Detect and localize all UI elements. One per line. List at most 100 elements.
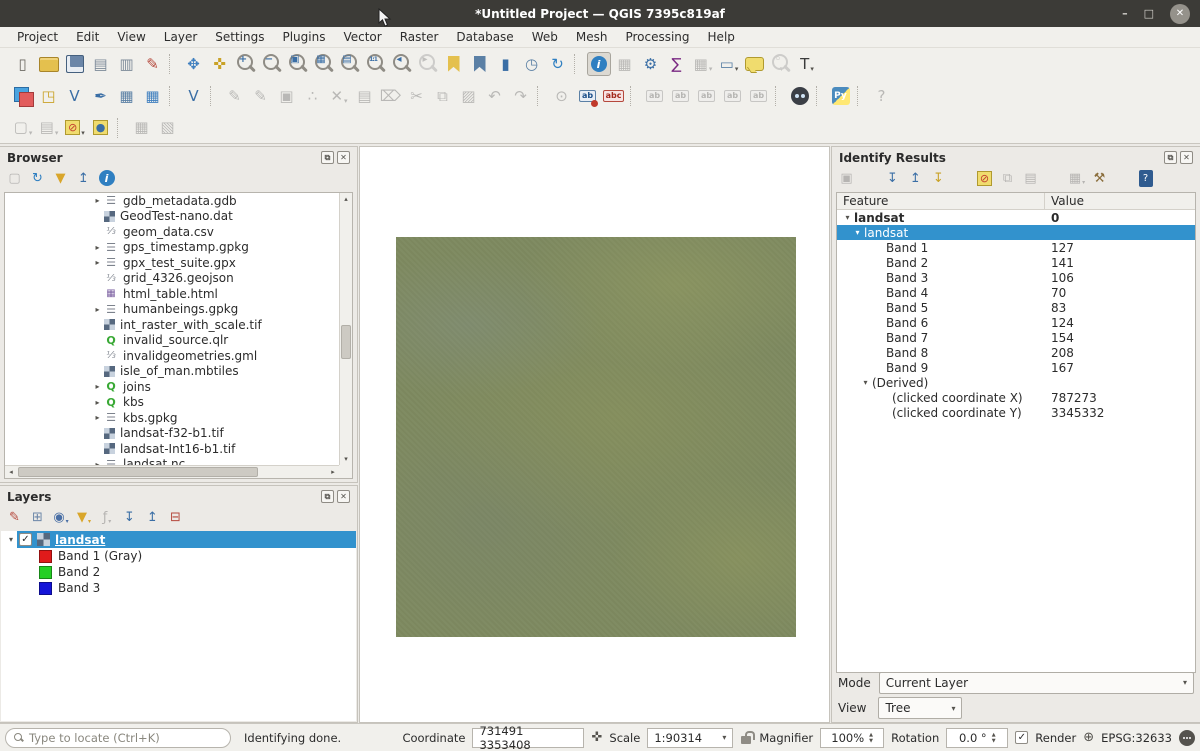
minimize-button[interactable]: – — [1122, 8, 1128, 19]
magnifier-spinner[interactable]: 100% ▲▼ — [820, 728, 884, 748]
browser-item[interactable]: ▸ Q kbs — [5, 395, 339, 411]
identify-result-row[interactable]: Band 7 154 — [837, 330, 1195, 345]
open-project-icon[interactable] — [37, 52, 61, 76]
browser-item[interactable]: ▸ ☰ kbs.gpkg — [5, 410, 339, 426]
pan-to-selection-icon[interactable]: ✜ — [208, 52, 232, 76]
zoom-to-layer-icon[interactable]: ▤ — [338, 52, 362, 76]
browser-item[interactable]: ▸ ☰ gpx_test_suite.gpx — [5, 255, 339, 271]
menu-item[interactable]: Processing — [616, 28, 698, 46]
save-project-icon[interactable] — [63, 52, 87, 76]
bookmark-manager-icon[interactable]: ▮ — [494, 52, 518, 76]
menu-item[interactable]: Vector — [334, 28, 390, 46]
expander-icon[interactable]: ▾ — [851, 228, 864, 237]
identify-result-row[interactable]: Band 2 141 — [837, 255, 1195, 270]
refresh-browser-icon[interactable]: ↻ — [28, 168, 48, 188]
filter-browser-icon[interactable]: ▼ — [51, 168, 71, 188]
processing-toolbox-icon[interactable]: ⚙ — [639, 52, 663, 76]
expand-all-icon[interactable]: ↧ — [120, 507, 140, 527]
identify-result-row[interactable]: (clicked coordinate X) 787273 — [837, 390, 1195, 405]
identify-result-row[interactable]: ▾(Derived) — [837, 375, 1195, 390]
menu-item[interactable]: Web — [523, 28, 567, 46]
zoom-full-icon[interactable]: ▣ — [286, 52, 310, 76]
expander-icon[interactable]: ▾ — [859, 378, 872, 387]
measure-icon[interactable]: ▭▾ — [717, 52, 741, 76]
coordinate-input[interactable]: 731491 3353408 — [472, 728, 584, 748]
browser-item[interactable]: Q invalid_source.qlr — [5, 333, 339, 349]
scroll-left-icon[interactable]: ◂ — [5, 466, 17, 478]
identify-result-row[interactable]: Band 5 83 — [837, 300, 1195, 315]
mode-select[interactable]: Current Layer ▾ — [879, 672, 1194, 694]
collapse-all-icon[interactable]: ↥ — [143, 507, 163, 527]
identify-result-row[interactable]: Band 3 106 — [837, 270, 1195, 285]
remove-layer-icon[interactable]: ⊟ — [166, 507, 186, 527]
browser-item[interactable]: isle_of_man.mbtiles — [5, 364, 339, 380]
map-tips-icon[interactable] — [743, 52, 767, 76]
lock-scale-icon[interactable] — [740, 731, 752, 744]
layer-band-row[interactable]: Band 1 (Gray) — [1, 548, 356, 564]
horizontal-scrollbar[interactable]: ◂ ▸ — [5, 465, 339, 478]
browser-item[interactable]: ▦ html_table.html — [5, 286, 339, 302]
close-button[interactable]: ✕ — [1170, 4, 1190, 24]
zoom-last-icon[interactable]: ◂ — [390, 52, 414, 76]
maximize-button[interactable]: □ — [1144, 8, 1154, 19]
expander-icon[interactable]: ▸ — [91, 305, 104, 314]
browser-item[interactable]: ▸ ☰ landsat.nc — [5, 457, 339, 466]
temporal-controller-icon[interactable]: ◷ — [520, 52, 544, 76]
identify-result-row[interactable]: ▾landsat — [837, 225, 1195, 240]
identify-result-row[interactable]: Band 6 124 — [837, 315, 1195, 330]
browser-item[interactable]: ▸ ☰ gdb_metadata.gdb — [5, 193, 339, 209]
menu-item[interactable]: Layer — [155, 28, 206, 46]
float-panel-icon[interactable]: ⧉ — [321, 151, 334, 164]
new-print-layout-icon[interactable]: ▤ — [89, 52, 113, 76]
menu-item[interactable]: Help — [699, 28, 744, 46]
browser-item[interactable]: ▸ Q joins — [5, 379, 339, 395]
statistical-summary-icon[interactable]: ∑ — [665, 52, 689, 76]
layer-band-row[interactable]: Band 2 — [1, 564, 356, 580]
filter-legend-icon[interactable]: ▼▾ — [74, 507, 94, 527]
identify-result-row[interactable]: Band 8 208 — [837, 345, 1195, 360]
expander-icon[interactable]: ▸ — [91, 196, 104, 205]
view-select[interactable]: Tree ▾ — [878, 697, 962, 719]
menu-item[interactable]: Raster — [391, 28, 448, 46]
expander-icon[interactable]: ▸ — [91, 398, 104, 407]
close-panel-icon[interactable]: ✕ — [1180, 151, 1193, 164]
new-project-icon[interactable]: ▯ — [11, 52, 35, 76]
select-by-location-icon[interactable]: ● — [89, 116, 113, 140]
map-canvas[interactable] — [359, 146, 830, 723]
scale-select[interactable]: 1:90314 ▾ — [647, 728, 733, 748]
expander-icon[interactable]: ▸ — [91, 413, 104, 422]
menu-item[interactable]: Settings — [206, 28, 273, 46]
menu-item[interactable]: View — [108, 28, 154, 46]
close-panel-icon[interactable]: ✕ — [337, 151, 350, 164]
float-panel-icon[interactable]: ⧉ — [321, 490, 334, 503]
deselect-all-icon[interactable]: ⊘▾ — [63, 116, 87, 140]
style-manager-icon[interactable]: ✎ — [141, 52, 165, 76]
browser-item[interactable]: int_raster_with_scale.tif — [5, 317, 339, 333]
browser-item[interactable]: landsat-Int16-b1.tif — [5, 441, 339, 457]
identify-result-row[interactable]: Band 1 127 — [837, 240, 1195, 255]
python-console-icon[interactable]: Py — [829, 84, 853, 108]
browser-item[interactable]: landsat-f32-b1.tif — [5, 426, 339, 442]
new-shapefile-layer-icon[interactable]: V — [63, 84, 87, 108]
layer-styling-icon[interactable]: ✎ — [5, 507, 25, 527]
identify-result-row[interactable]: ▾landsat 0 — [837, 210, 1195, 225]
menu-item[interactable]: Plugins — [273, 28, 334, 46]
layer-visibility-checkbox[interactable]: ✓ — [19, 533, 32, 546]
column-header-value[interactable]: Value — [1045, 194, 1084, 208]
identify-features-icon[interactable]: i — [587, 52, 611, 76]
text-annotation-icon[interactable]: T▾ — [795, 52, 819, 76]
identify-settings-icon[interactable]: ⚒ — [1090, 168, 1110, 188]
layer-diagram-icon[interactable]: abc — [602, 84, 626, 108]
new-mesh-layer-icon[interactable]: ▦ — [141, 84, 165, 108]
add-group-icon[interactable]: ⊞ — [28, 507, 48, 527]
zoom-native-icon[interactable]: 1:1 — [364, 52, 388, 76]
new-spatialite-layer-icon[interactable]: ✒ — [89, 84, 113, 108]
menu-item[interactable]: Project — [8, 28, 67, 46]
zoom-out-icon[interactable]: − — [260, 52, 284, 76]
show-bookmarks-icon[interactable] — [468, 52, 492, 76]
crs-status[interactable]: EPSG:32633 — [1101, 731, 1172, 745]
menu-item[interactable]: Mesh — [567, 28, 617, 46]
browser-item[interactable]: GeodTest-nano.dat — [5, 209, 339, 225]
menu-item[interactable]: Database — [447, 28, 522, 46]
metasearch-icon[interactable] — [788, 84, 812, 108]
